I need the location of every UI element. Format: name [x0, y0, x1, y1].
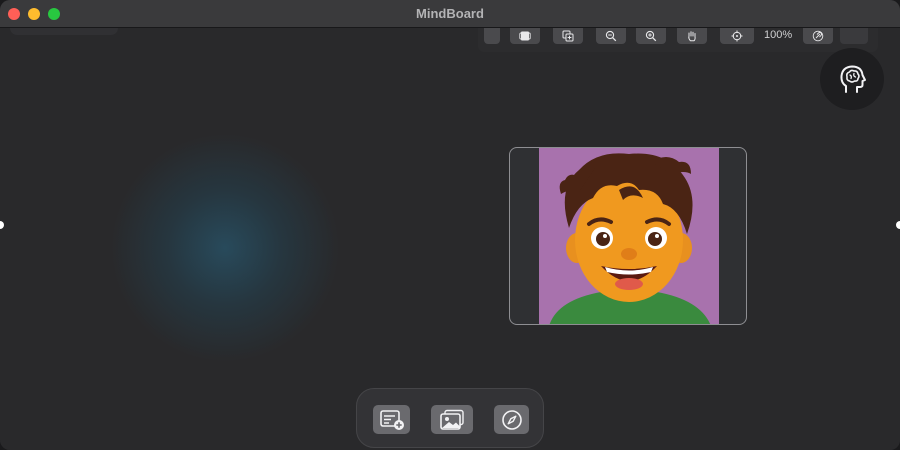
link-icon [812, 30, 824, 42]
add-frame-icon [562, 30, 574, 42]
image-card[interactable] [509, 147, 747, 325]
add-note-icon [379, 409, 404, 430]
avatar-image [539, 148, 719, 324]
zoom-out-icon [605, 30, 617, 42]
canvas-glow [110, 133, 340, 363]
zoom-level: 100% [764, 29, 793, 41]
zoom-in-button[interactable] [636, 28, 666, 44]
images-button[interactable] [431, 405, 473, 434]
hand-icon [688, 31, 696, 42]
compass-button[interactable] [494, 405, 529, 434]
zoom-in-icon [645, 30, 657, 42]
top-left-panel[interactable] [10, 28, 118, 35]
title-bar[interactable]: MindBoard [0, 0, 900, 28]
toolbar-more-button[interactable] [840, 28, 868, 44]
crosshair-icon [731, 30, 743, 42]
app-window: MindBoard 100% [0, 0, 900, 450]
toolbar-overflow-button[interactable] [484, 28, 500, 44]
hand-tool-button[interactable] [677, 28, 707, 44]
add-note-button[interactable] [373, 405, 410, 434]
frame-icon [519, 31, 531, 41]
cartoon-boy-avatar [539, 148, 719, 324]
board-canvas[interactable]: 100% [0, 28, 900, 450]
add-frame-button[interactable] [553, 28, 583, 44]
ai-assistant-button[interactable] [820, 48, 884, 110]
canvas-toolbar: 100% [478, 28, 878, 52]
bottom-dock [356, 388, 544, 448]
zoom-out-button[interactable] [596, 28, 626, 44]
brain-head-icon [840, 65, 866, 93]
right-edge-handle[interactable] [896, 221, 900, 229]
images-icon [440, 409, 464, 430]
left-edge-handle[interactable] [0, 221, 4, 229]
recenter-button[interactable] [720, 28, 754, 44]
frame-button[interactable] [510, 28, 540, 44]
compass-icon [501, 409, 522, 430]
link-button[interactable] [803, 28, 833, 44]
window-title: MindBoard [416, 6, 484, 21]
